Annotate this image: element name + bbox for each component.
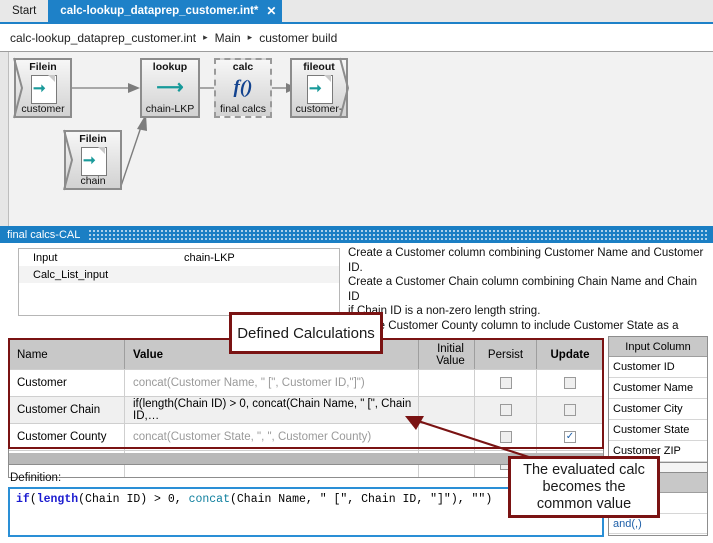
node-title: Filein xyxy=(16,60,70,73)
node-lookup-chain-lkp[interactable]: lookup ⟶ chain-LKP xyxy=(140,58,200,118)
callout-text: The evaluated calc becomes the common va… xyxy=(515,462,653,513)
node-fileout-customer[interactable]: fileout ➞ customer- xyxy=(290,58,348,118)
flow-canvas[interactable]: Filein ➞ customer Filein ➞ chain lookup … xyxy=(0,51,713,228)
list-item[interactable]: Customer ID xyxy=(609,357,707,378)
description-text: Create a Customer column combining Custo… xyxy=(348,246,706,348)
table-row[interactable]: Input chain-LKP xyxy=(19,249,339,266)
breadcrumb: calc-lookup_dataprep_customer.int ▸ Main… xyxy=(0,24,713,51)
tab-calc-lookup-dataprep-customer[interactable]: calc-lookup_dataprep_customer.int* ✕ xyxy=(48,0,282,22)
lookup-arrow-icon: ⟶ xyxy=(142,73,198,103)
list-item[interactable]: Customer City xyxy=(609,399,707,420)
file-out-icon: ➞ xyxy=(292,73,346,103)
description-line: if Chain ID is a non-zero length string. xyxy=(348,304,706,319)
list-item[interactable]: Customer Name xyxy=(609,378,707,399)
node-name: customer xyxy=(16,103,70,115)
node-title: lookup xyxy=(142,60,198,73)
node-name: final calcs xyxy=(216,103,270,115)
node-title: calc xyxy=(216,60,270,73)
section-header-final-calcs-cal: final calcs-CAL xyxy=(0,226,713,243)
definition-token: concat xyxy=(189,493,230,506)
node-name: chain xyxy=(66,175,120,187)
file-in-icon: ➞ xyxy=(16,73,70,103)
tab-strip: Start calc-lookup_dataprep_customer.int*… xyxy=(0,0,713,24)
section-dot-pattern xyxy=(88,229,709,240)
definition-token: length xyxy=(37,493,78,506)
input-row-label: Input xyxy=(19,252,184,264)
close-icon[interactable]: ✕ xyxy=(266,4,276,18)
node-filein-chain[interactable]: Filein ➞ chain xyxy=(64,130,122,190)
chevron-right-icon: ▸ xyxy=(248,32,253,43)
tab-start-label: Start xyxy=(12,5,36,17)
function-fx-icon: f() xyxy=(216,73,270,103)
description-line: Create a Customer column combining Custo… xyxy=(348,246,706,275)
node-title: fileout xyxy=(292,60,346,73)
definition-token: (Chain Name, " [", Chain ID, "]"), "") xyxy=(230,493,492,506)
canvas-gutter xyxy=(0,52,9,227)
annotation-highlight-box xyxy=(8,338,604,449)
callout-evaluated-calc: The evaluated calc becomes the common va… xyxy=(508,456,660,518)
list-item[interactable]: Customer State xyxy=(609,420,707,441)
file-in-icon: ➞ xyxy=(66,145,120,175)
input-row-label: Calc_List_input xyxy=(19,269,184,281)
column-header-input-column[interactable]: Input Column xyxy=(609,337,707,357)
node-filein-customer[interactable]: Filein ➞ customer xyxy=(14,58,72,118)
definition-label: Definition: xyxy=(10,472,61,484)
breadcrumb-item-customer-build[interactable]: customer build xyxy=(259,31,337,45)
breadcrumb-item-project[interactable]: calc-lookup_dataprep_customer.int xyxy=(10,31,196,45)
node-name: customer- xyxy=(292,103,346,115)
tab-calc-label: calc-lookup_dataprep_customer.int* xyxy=(60,5,258,17)
node-calc-final-calcs[interactable]: calc f() final calcs xyxy=(214,58,272,118)
breadcrumb-item-main[interactable]: Main xyxy=(215,31,241,45)
chevron-right-icon: ▸ xyxy=(203,32,208,43)
input-row-value: chain-LKP xyxy=(184,252,339,264)
section-title: final calcs-CAL xyxy=(7,229,80,241)
definition-token: if xyxy=(16,493,30,506)
description-line: Create a Customer Chain column combining… xyxy=(348,275,706,304)
callout-text: Defined Calculations xyxy=(237,325,375,342)
input-properties-grid[interactable]: Input chain-LKP Calc_List_input xyxy=(18,248,340,316)
definition-token: (Chain ID) > 0, xyxy=(78,493,188,506)
node-title: Filein xyxy=(66,132,120,145)
callout-defined-calculations: Defined Calculations xyxy=(229,312,383,354)
table-row[interactable]: Calc_List_input xyxy=(19,266,339,283)
node-name: chain-LKP xyxy=(142,103,198,115)
tab-start[interactable]: Start xyxy=(0,0,48,22)
definition-token: ( xyxy=(30,493,37,506)
